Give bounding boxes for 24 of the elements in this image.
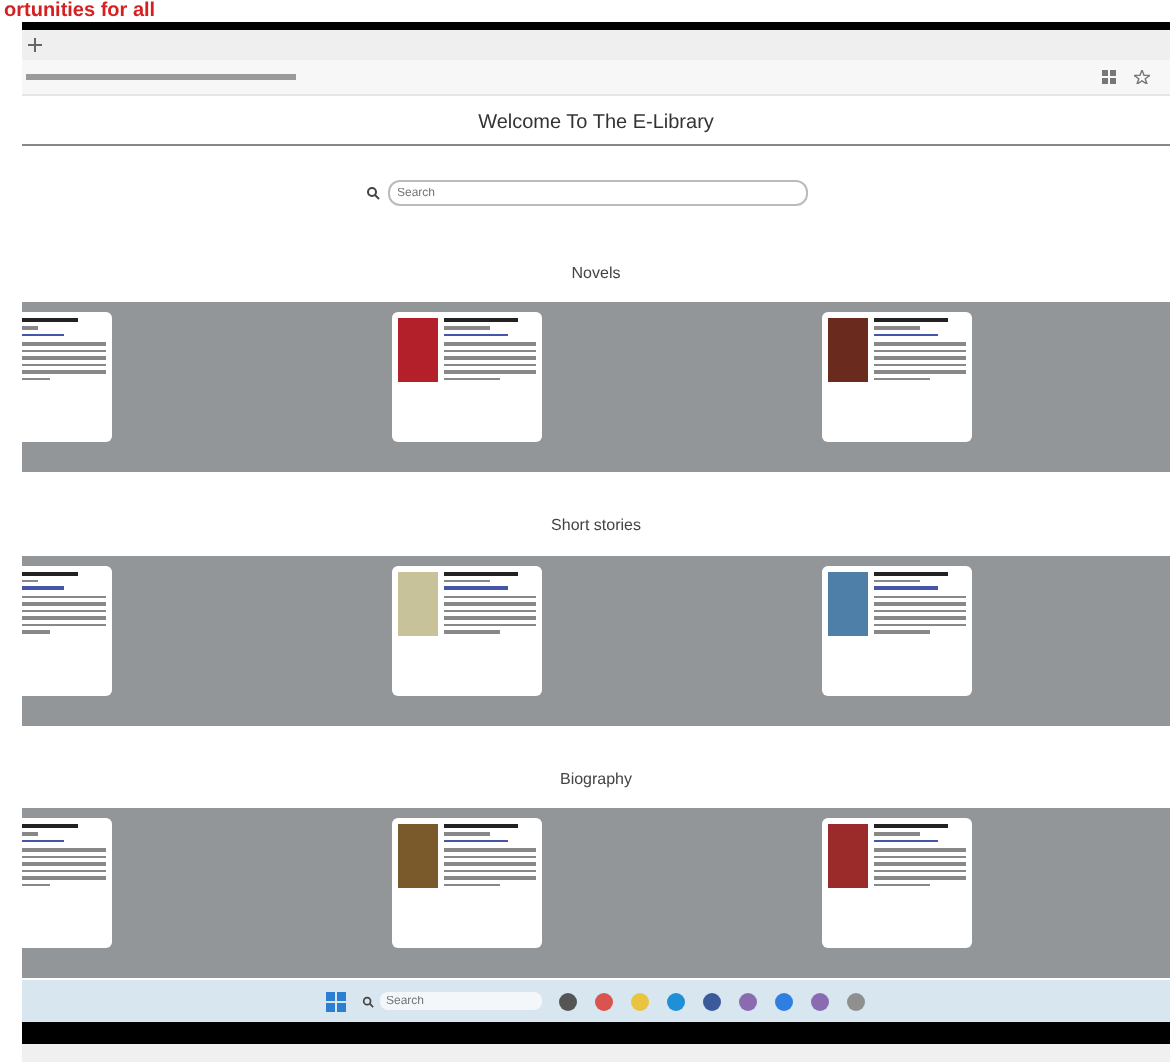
star-icon[interactable] (1134, 70, 1150, 84)
banner-text: ortunities for all (2, 0, 156, 22)
book-card[interactable] (822, 312, 972, 443)
text-lines-drawing (444, 318, 536, 381)
book-card[interactable] (822, 818, 972, 949)
text-lines-drawing (874, 824, 966, 887)
section-heading: Novels (569, 264, 623, 286)
text-lines-drawing (444, 824, 536, 887)
page-title: Welcome To The E-Library (22, 112, 1170, 146)
grid-icon[interactable] (1102, 70, 1116, 84)
plus-icon[interactable] (28, 38, 42, 52)
text-lines-drawing (874, 318, 966, 381)
text-lines-drawing (874, 571, 966, 634)
text-lines-drawing (444, 571, 536, 634)
section-heading: Short stories (549, 516, 643, 539)
search-icon (365, 186, 379, 200)
book-card[interactable] (392, 818, 542, 949)
address-bar[interactable] (22, 60, 1170, 96)
book-card[interactable] (392, 312, 542, 443)
book-card[interactable] (822, 565, 972, 696)
section-heading: Biography (557, 769, 635, 792)
book-card[interactable] (392, 565, 542, 696)
windows-logo-icon[interactable] (326, 991, 346, 1011)
search-icon (362, 995, 374, 1007)
